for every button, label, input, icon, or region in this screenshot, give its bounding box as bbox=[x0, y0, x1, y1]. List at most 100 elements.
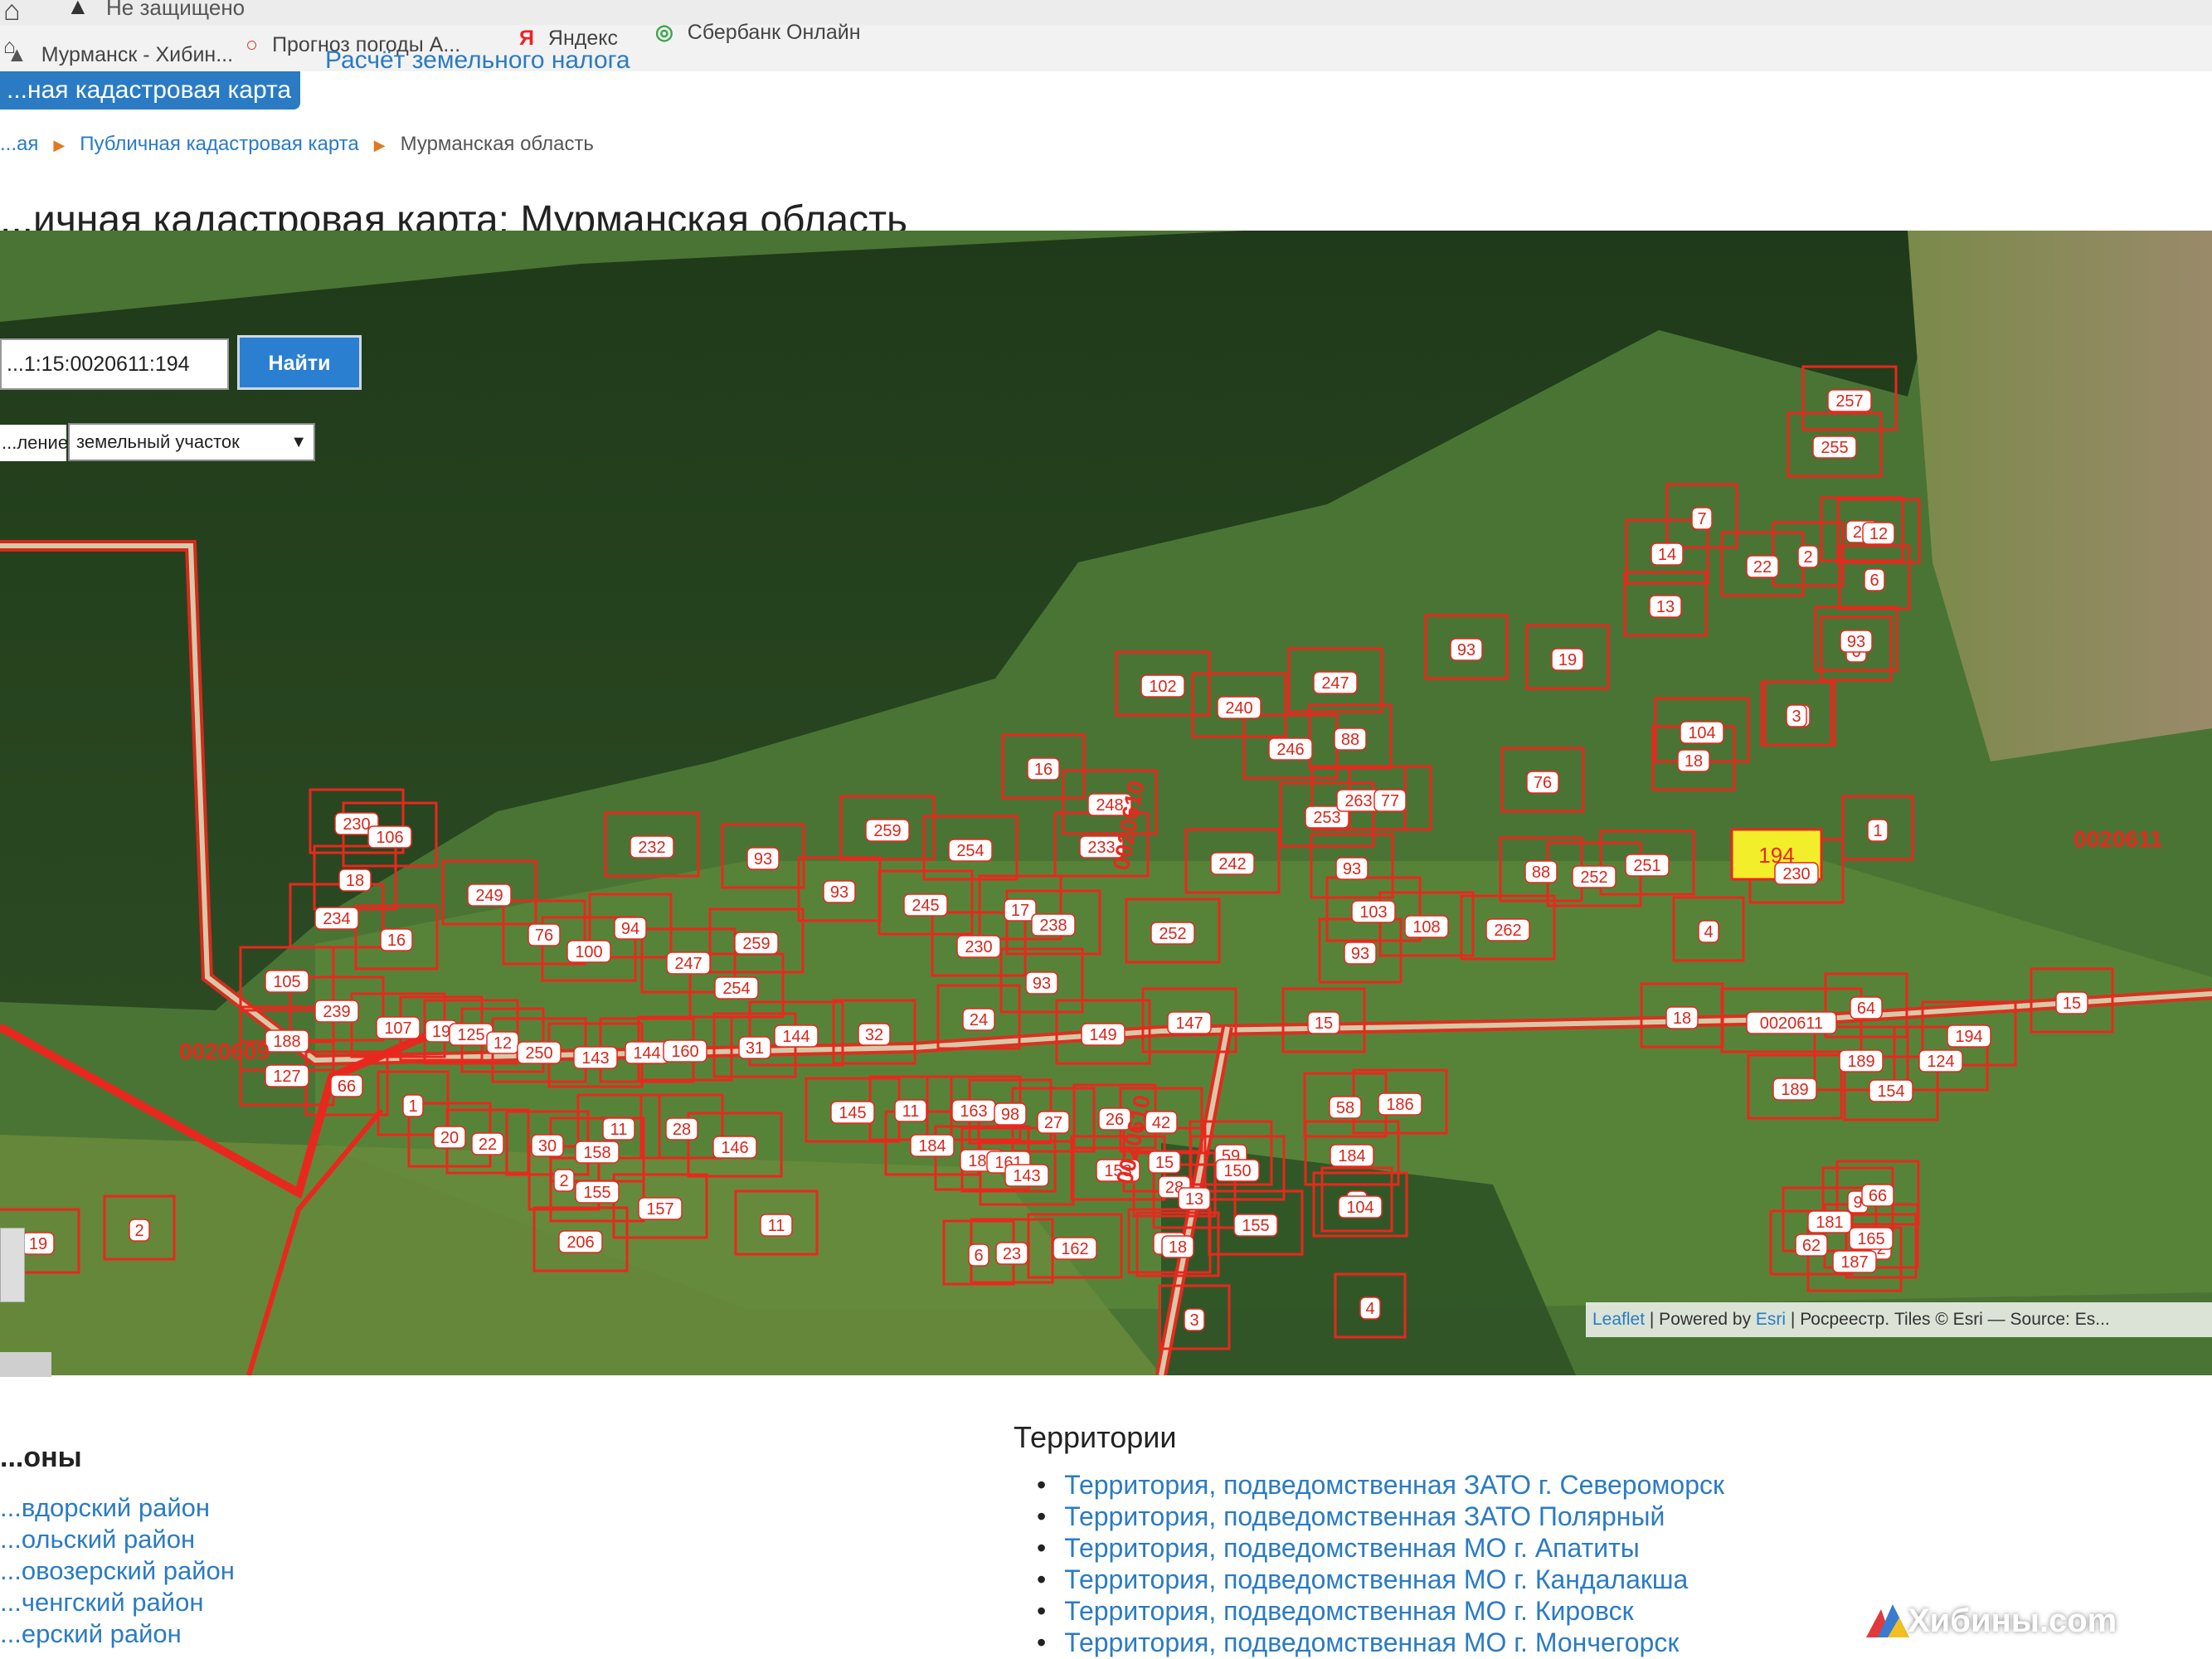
parcel-number[interactable]: 105 bbox=[273, 973, 300, 991]
parcel-number[interactable]: 149 bbox=[1089, 1026, 1116, 1044]
parcel-number[interactable]: 254 bbox=[956, 842, 984, 860]
parcel-number[interactable]: 150 bbox=[1223, 1162, 1251, 1180]
parcel-number[interactable]: 154 bbox=[1877, 1082, 1904, 1101]
parcel-number[interactable]: 98 bbox=[1001, 1106, 1019, 1124]
parcel-number[interactable]: 194 bbox=[1955, 1028, 1982, 1046]
parcel-number[interactable]: 16 bbox=[1034, 761, 1053, 779]
parcel-number[interactable]: 2 bbox=[134, 1222, 143, 1240]
parcel-number[interactable]: 257 bbox=[1835, 392, 1863, 411]
parcel-number[interactable]: 93 bbox=[830, 883, 848, 902]
parcel-number[interactable]: 230 bbox=[965, 938, 992, 956]
parcel-number[interactable]: 253 bbox=[1313, 809, 1340, 827]
region-link[interactable]: ...вдорский район bbox=[0, 1493, 210, 1523]
parcel-number[interactable]: 147 bbox=[1175, 1014, 1203, 1033]
parcel-number[interactable]: 157 bbox=[646, 1200, 673, 1219]
parcel-number[interactable]: 252 bbox=[1159, 925, 1186, 943]
parcel-number[interactable]: 76 bbox=[1534, 774, 1552, 792]
parcel-number[interactable]: 27 bbox=[1044, 1114, 1062, 1132]
parcel-number[interactable]: 6 bbox=[974, 1247, 983, 1265]
parcel-number[interactable]: 32 bbox=[865, 1026, 883, 1044]
territory-link[interactable]: • Территория, подведомственная МО г. Канд… bbox=[1037, 1564, 1688, 1595]
parcel-number[interactable]: 181 bbox=[1816, 1214, 1843, 1232]
parcel-number[interactable]: 18 bbox=[1685, 752, 1703, 771]
parcel-number[interactable]: 18 bbox=[346, 872, 364, 890]
parcel-number[interactable]: 250 bbox=[525, 1044, 552, 1063]
cadastral-map[interactable]: 194 257255714222211261393619933102240247… bbox=[0, 231, 2212, 1375]
parcel-number[interactable]: 13 bbox=[1185, 1190, 1203, 1209]
parcel-number[interactable]: 93 bbox=[1847, 633, 1865, 651]
parcel-number[interactable]: 107 bbox=[384, 1019, 411, 1038]
parcel-number[interactable]: 158 bbox=[583, 1144, 610, 1162]
parcel-number[interactable]: 19 bbox=[432, 1023, 450, 1041]
parcel-number[interactable]: 186 bbox=[1386, 1096, 1413, 1114]
parcel-number[interactable]: 31 bbox=[746, 1039, 764, 1058]
parcel-number[interactable]: 187 bbox=[1840, 1253, 1868, 1272]
parcel-number[interactable]: 23 bbox=[1003, 1245, 1021, 1263]
parcel-number[interactable]: 93 bbox=[1351, 945, 1369, 963]
parcel-number[interactable]: 17 bbox=[1011, 902, 1029, 920]
parcel-number[interactable]: 58 bbox=[1336, 1099, 1354, 1117]
parcel-number[interactable]: 245 bbox=[912, 897, 939, 915]
parcel-number[interactable]: 19 bbox=[29, 1235, 47, 1253]
parcel-number[interactable]: 143 bbox=[1013, 1167, 1040, 1185]
region-link[interactable]: ...овозерский район bbox=[0, 1556, 235, 1586]
parcel-number[interactable]: 125 bbox=[457, 1026, 484, 1044]
parcel-number[interactable]: 189 bbox=[1781, 1081, 1808, 1099]
parcel-number[interactable]: 145 bbox=[839, 1104, 866, 1122]
territory-link[interactable]: • Территория, подведомственная МО г. Киро… bbox=[1037, 1596, 1634, 1627]
parcel-number[interactable]: 143 bbox=[581, 1049, 609, 1068]
parcel-number[interactable]: 259 bbox=[873, 822, 901, 840]
parcel-number[interactable]: 16 bbox=[387, 932, 406, 950]
parcel-number[interactable]: 15 bbox=[2063, 995, 2081, 1013]
parcel-number[interactable]: 88 bbox=[1532, 864, 1550, 882]
parcel-number[interactable]: 15 bbox=[1155, 1154, 1174, 1172]
nav-tab-cadastral-map[interactable]: ...ная кадастровая карта bbox=[0, 71, 300, 109]
parcel-number[interactable]: 259 bbox=[742, 935, 770, 953]
parcel-number[interactable]: 103 bbox=[1359, 903, 1387, 922]
parcel-number[interactable]: 66 bbox=[1869, 1187, 1887, 1205]
parcel-number[interactable]: 88 bbox=[1341, 731, 1359, 749]
map-layer[interactable]: 194 257255714222211261393619933102240247… bbox=[0, 231, 2212, 1375]
parcel-number[interactable]: 255 bbox=[1821, 439, 1848, 457]
territory-link[interactable]: • Территория, подведомственная МО г. Монч… bbox=[1037, 1627, 1679, 1658]
territory-link[interactable]: • Территория, подведомственная МО г. Апат… bbox=[1037, 1533, 1640, 1564]
parcel-number[interactable]: 11 bbox=[610, 1121, 628, 1139]
parcel-number[interactable]: 2 bbox=[559, 1172, 568, 1190]
region-link[interactable]: ...ченгский район bbox=[0, 1588, 203, 1618]
map-zoom-control[interactable] bbox=[0, 1228, 25, 1302]
parcel-number[interactable]: 66 bbox=[338, 1078, 356, 1096]
parcel-number[interactable]: 7 bbox=[1697, 510, 1706, 528]
parcel-number[interactable]: 238 bbox=[1039, 917, 1067, 935]
parcel-number[interactable]: 144 bbox=[782, 1028, 809, 1046]
parcel-number[interactable]: 22 bbox=[479, 1136, 497, 1154]
parcel-number[interactable]: 30 bbox=[538, 1137, 557, 1155]
parcel-number[interactable]: 230 bbox=[343, 815, 370, 834]
territory-link[interactable]: • Территория, подведомственная ЗАТО г. Се… bbox=[1037, 1470, 1724, 1501]
region-link[interactable]: ...ольский район bbox=[0, 1525, 195, 1554]
parcel-number[interactable]: 0020611 bbox=[1760, 1014, 1823, 1033]
parcel-number[interactable]: 184 bbox=[918, 1137, 946, 1155]
parcel-number[interactable]: 108 bbox=[1412, 918, 1440, 937]
parcel-number[interactable]: 234 bbox=[323, 910, 350, 928]
bookmark-sberbank[interactable]: ◎ Сбербанк Онлайн bbox=[655, 20, 861, 45]
parcel-number[interactable]: 247 bbox=[1321, 674, 1349, 693]
parcel-number[interactable]: 11 bbox=[902, 1102, 920, 1121]
parcel-number[interactable]: 232 bbox=[638, 839, 665, 857]
territory-link[interactable]: • Территория, подведомственная ЗАТО Поляр… bbox=[1037, 1501, 1665, 1532]
parcel-number[interactable]: 100 bbox=[575, 943, 602, 961]
parcel-number[interactable]: 247 bbox=[674, 955, 702, 973]
parcel-number[interactable]: 263 bbox=[1344, 792, 1372, 810]
parcel-number[interactable]: 12 bbox=[1869, 525, 1888, 543]
esri-link[interactable]: Esri bbox=[1756, 1310, 1786, 1329]
parcel-number[interactable]: 163 bbox=[960, 1102, 987, 1121]
parcel-number[interactable]: 93 bbox=[754, 850, 772, 868]
parcel-number[interactable]: 12 bbox=[493, 1034, 512, 1053]
bookmark-khibiny[interactable]: ▲ Мурманск - Хибин... bbox=[7, 43, 233, 67]
parcel-number[interactable]: 1 bbox=[408, 1097, 417, 1116]
parcel-number[interactable]: 93 bbox=[1457, 641, 1475, 659]
parcel-number[interactable]: 20 bbox=[440, 1129, 459, 1147]
parcel-number[interactable]: 93 bbox=[1343, 860, 1361, 878]
breadcrumb-home[interactable]: ...ая bbox=[0, 133, 38, 155]
parcel-number[interactable]: 155 bbox=[1242, 1217, 1269, 1235]
parcel-number[interactable]: 188 bbox=[273, 1033, 300, 1051]
